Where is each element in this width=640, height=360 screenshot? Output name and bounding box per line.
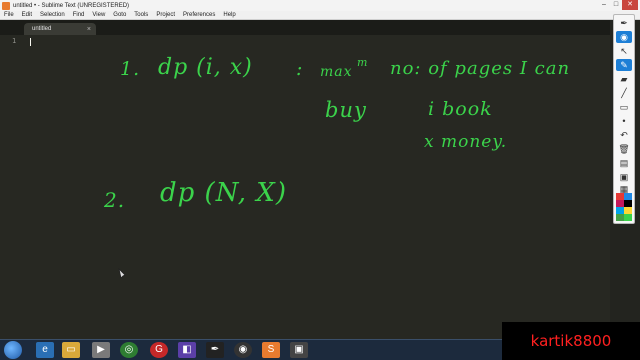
trash-icon[interactable]: 🗑 — [616, 143, 632, 155]
camera-icon[interactable]: ▣ — [616, 171, 632, 183]
file-explorer-icon[interactable]: ▭ — [62, 342, 80, 358]
menu-goto[interactable]: Goto — [109, 12, 130, 18]
sublime-taskbar-icon[interactable]: S — [262, 342, 280, 358]
swatch-black[interactable] — [624, 200, 632, 207]
tab-bar: untitled × — [0, 20, 610, 35]
editor-area[interactable]: 1 — [0, 35, 610, 339]
app-icon-purple[interactable]: ◧ — [178, 342, 196, 358]
select-arrow-icon[interactable]: ↖ — [616, 45, 632, 57]
menu-selection[interactable]: Selection — [36, 12, 69, 18]
browser-icon[interactable]: G — [150, 342, 168, 358]
menu-bar: File Edit Selection Find View Goto Tools… — [0, 11, 640, 20]
swatch-magenta[interactable] — [616, 200, 624, 207]
eye-icon[interactable]: ◉ — [616, 31, 632, 43]
line-icon[interactable]: ╱ — [616, 87, 632, 99]
window-title: untitled • - Sublime Text (UNREGISTERED) — [13, 2, 130, 9]
pen-cursor-icon — [118, 268, 126, 279]
maximize-button[interactable]: □ — [610, 0, 622, 10]
start-button[interactable] — [4, 341, 22, 359]
media-player-icon[interactable]: ▶ — [92, 342, 110, 358]
menu-preferences[interactable]: Preferences — [179, 12, 219, 18]
swatch-green[interactable] — [616, 214, 624, 221]
text-caret — [30, 38, 31, 46]
channel-watermark: kartik8800 — [502, 322, 640, 360]
window-controls: – □ ✕ — [598, 0, 638, 11]
menu-file[interactable]: File — [0, 12, 18, 18]
pen-icon[interactable]: ✎ — [616, 59, 632, 71]
obs-icon[interactable]: ◉ — [234, 342, 252, 358]
app-icon-gray[interactable]: ▣ — [290, 342, 308, 358]
swatch-red[interactable] — [616, 193, 624, 200]
menu-find[interactable]: Find — [69, 12, 89, 18]
menu-project[interactable]: Project — [152, 12, 179, 18]
dot-icon[interactable]: • — [616, 115, 632, 127]
swatch-yellow[interactable] — [624, 207, 632, 214]
undo-icon[interactable]: ↶ — [616, 129, 632, 141]
watermark-text: kartik8800 — [530, 332, 612, 350]
chrome-icon[interactable]: ◎ — [120, 342, 138, 358]
pen-tip-icon[interactable]: ✒ — [616, 17, 632, 29]
annotation-toolbar: ✒ ◉ ↖ ✎ ▰ ╱ ▭ • ↶ 🗑 ▤ ▣ ▦ — [613, 14, 635, 224]
swatch-blue[interactable] — [624, 193, 632, 200]
marker-icon[interactable]: ▰ — [616, 73, 632, 85]
swatch-light-green[interactable] — [624, 214, 632, 221]
minimize-button[interactable]: – — [598, 0, 610, 10]
close-button[interactable]: ✕ — [622, 0, 638, 10]
menu-help[interactable]: Help — [219, 12, 239, 18]
tab-close-icon[interactable]: × — [87, 26, 91, 33]
line-number: 1 — [12, 37, 17, 45]
sublime-app-icon — [2, 1, 10, 10]
pen-app-icon[interactable]: ✒ — [206, 342, 224, 358]
color-palette — [616, 193, 632, 221]
menu-tools[interactable]: Tools — [130, 12, 152, 18]
tab-label: untitled — [32, 26, 52, 32]
menu-edit[interactable]: Edit — [18, 12, 36, 18]
title-bar: untitled • - Sublime Text (UNREGISTERED)… — [0, 0, 640, 11]
ie-icon[interactable]: e — [36, 342, 54, 358]
eraser-icon[interactable]: ▭ — [616, 101, 632, 113]
whiteboard-icon[interactable]: ▤ — [616, 157, 632, 169]
menu-view[interactable]: View — [88, 12, 109, 18]
swatch-cyan[interactable] — [616, 207, 624, 214]
tab-untitled[interactable]: untitled × — [24, 23, 96, 35]
